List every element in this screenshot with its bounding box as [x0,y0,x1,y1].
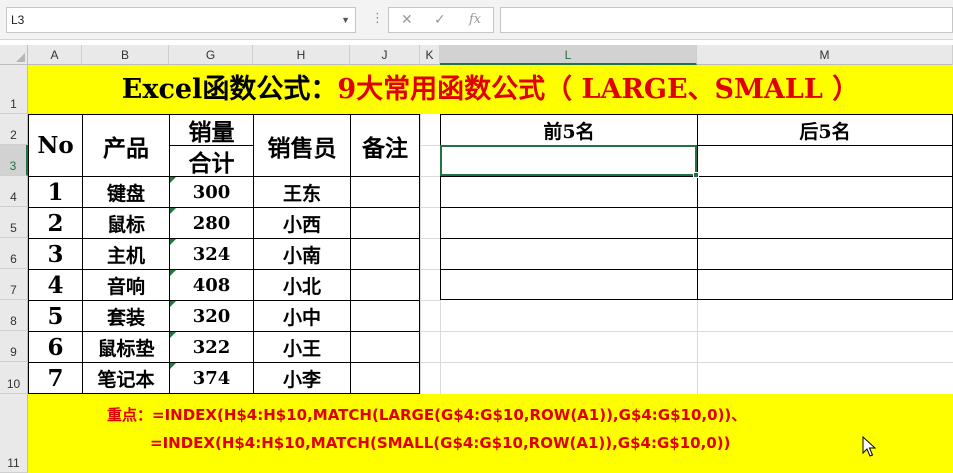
text-number-indicator [170,332,176,338]
text-number-indicator [170,239,176,245]
table-row-product[interactable]: 鼠标 [83,208,169,238]
insert-function-icon[interactable]: fx [469,11,481,29]
row-header-5[interactable]: 5 [0,207,28,238]
table-row-product[interactable]: 键盘 [83,177,169,207]
table-row-sales[interactable]: 300 [170,177,253,207]
formula-input[interactable] [500,7,953,33]
title-prefix: Excel函数公式： [121,74,338,105]
row-header-8[interactable]: 8 [0,300,28,331]
title-highlight: 9大常用函数公式（ LARGE、SMALL ） [337,74,860,105]
row-header-10[interactable]: 10 [0,362,28,394]
column-header-m[interactable]: M [697,45,953,65]
table-row-remark[interactable] [351,301,419,331]
table-row-no[interactable]: 2 [29,208,82,238]
result-cell-m3[interactable] [698,146,952,176]
table-row-no[interactable]: 5 [29,301,82,331]
row-header-2[interactable]: 2 [0,114,28,145]
table-row-seller[interactable]: 小李 [254,363,350,393]
name-box-value: L3 [11,13,25,27]
mouse-cursor-icon [862,436,876,457]
formula-bar: L3 ▼ ⋮ ✕ ✓ fx [0,0,953,40]
table-row-remark[interactable] [351,363,419,393]
column-header-k[interactable]: K [420,45,440,65]
table-row-remark[interactable] [351,177,419,207]
table-row-sales[interactable]: 374 [170,363,253,393]
row-header-3[interactable]: 3 [0,145,28,176]
sheet-title[interactable]: Excel函数公式：9大常用函数公式（ LARGE、SMALL ） [28,65,953,114]
row-header-4[interactable]: 4 [0,176,28,207]
table-row-product[interactable]: 音响 [83,270,169,300]
column-header-b[interactable]: B [82,45,169,65]
table-row-seller[interactable]: 小南 [254,239,350,269]
table-row-remark[interactable] [351,208,419,238]
row-header-1[interactable]: 1 [0,65,28,114]
text-number-indicator [170,270,176,276]
header-no[interactable]: No [29,115,82,176]
table-row-seller[interactable]: 小西 [254,208,350,238]
header-seller[interactable]: 销售员 [254,115,350,176]
table-row-remark[interactable] [351,332,419,362]
formula-bar-buttons: ✕ ✓ fx [388,7,494,33]
header-sales-line2[interactable]: 合计 [170,146,253,177]
footer-formula-line1[interactable]: 重点：=INDEX(H$4:H$10,MATCH(LARGE(G$4:G$10,… [107,404,746,425]
row-header-9[interactable]: 9 [0,331,28,362]
table-row-product[interactable]: 主机 [83,239,169,269]
header-product[interactable]: 产品 [83,115,169,176]
active-cell-selection[interactable] [440,145,697,176]
name-box[interactable]: L3 ▼ [6,7,356,33]
table-row-sales[interactable]: 280 [170,208,253,238]
column-header-l[interactable]: L [440,45,697,65]
text-number-indicator [170,177,176,183]
more-options-icon[interactable]: ⋮ [371,9,384,29]
column-header-a[interactable]: A [28,45,82,65]
select-all-corner[interactable] [0,45,28,65]
row-header-7[interactable]: 7 [0,269,28,300]
header-remark[interactable]: 备注 [351,115,419,176]
row-header-6[interactable]: 6 [0,238,28,269]
cancel-icon[interactable]: ✕ [401,11,413,29]
table-row-seller[interactable]: 小中 [254,301,350,331]
table-row-no[interactable]: 7 [29,363,82,393]
table-row-no[interactable]: 1 [29,177,82,207]
table-row-sales[interactable]: 408 [170,270,253,300]
confirm-icon[interactable]: ✓ [434,11,446,29]
column-header-j[interactable]: J [350,45,420,65]
table-row-sales[interactable]: 320 [170,301,253,331]
table-row-product[interactable]: 笔记本 [83,363,169,393]
table-row-seller[interactable]: 小王 [254,332,350,362]
table-row-no[interactable]: 3 [29,239,82,269]
header-bottom5[interactable]: 后5名 [698,115,952,145]
table-row-product[interactable]: 套装 [83,301,169,331]
text-number-indicator [170,208,176,214]
table-row-sales[interactable]: 324 [170,239,253,269]
header-top5[interactable]: 前5名 [441,115,697,145]
column-header-h[interactable]: H [253,45,350,65]
fill-handle[interactable] [693,172,699,178]
column-header-g[interactable]: G [169,45,253,65]
table-row-no[interactable]: 4 [29,270,82,300]
table-row-no[interactable]: 6 [29,332,82,362]
table-row-remark[interactable] [351,239,419,269]
table-row-seller[interactable]: 小北 [254,270,350,300]
text-number-indicator [170,363,176,369]
text-number-indicator [170,301,176,307]
header-sales-line1[interactable]: 销量 [170,115,253,146]
table-row-seller[interactable]: 王东 [254,177,350,207]
table-row-product[interactable]: 鼠标垫 [83,332,169,362]
table-row-sales[interactable]: 322 [170,332,253,362]
row-header-11[interactable]: 11 [0,394,28,473]
chevron-down-icon[interactable]: ▼ [341,8,350,32]
table-row-remark[interactable] [351,270,419,300]
footer-formula-line2[interactable]: =INDEX(H$4:H$10,MATCH(SMALL(G$4:G$10,ROW… [150,434,730,452]
